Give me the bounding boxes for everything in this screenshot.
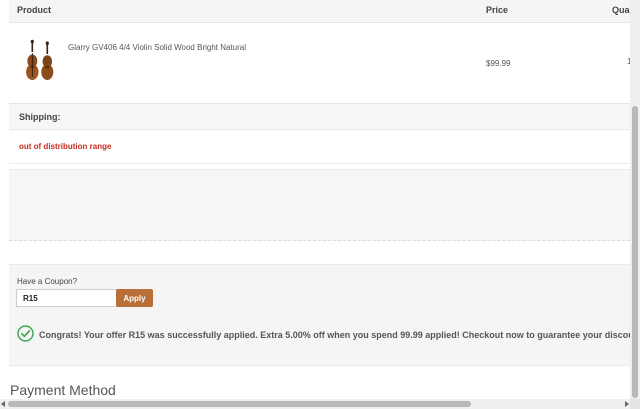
shipping-error-message: out of distribution range — [19, 142, 112, 151]
coupon-success-message: Congrats! Your offer R15 was successfull… — [39, 330, 630, 340]
shipping-header: Shipping: — [9, 104, 630, 130]
scrollbar-corner — [630, 399, 640, 409]
vertical-scroll-thumb[interactable] — [632, 106, 638, 398]
table-row: Glarry GV406 4/4 Violin Solid Wood Brigh… — [9, 23, 630, 104]
scroll-left-icon[interactable] — [1, 401, 5, 407]
page-viewport: Product Price Quantity — [0, 0, 630, 399]
product-name-link[interactable]: Glarry GV406 4/4 Violin Solid Wood Brigh… — [68, 43, 246, 52]
check-circle-icon — [17, 325, 34, 342]
shipping-title: Shipping: — [19, 112, 61, 122]
apply-coupon-button[interactable]: Apply — [116, 289, 153, 307]
coupon-label: Have a Coupon? — [17, 277, 78, 286]
product-column-header: Product — [17, 5, 52, 15]
coupon-panel: Have a Coupon? Apply Congrats! Your offe… — [9, 264, 630, 366]
horizontal-scrollbar[interactable] — [0, 399, 630, 409]
price-column-header: Price — [486, 5, 509, 15]
shipping-options-area — [9, 169, 630, 241]
scroll-right-icon[interactable] — [625, 401, 629, 407]
cart-table-header: Product Price Quantity — [9, 0, 630, 23]
vertical-scrollbar[interactable] — [630, 0, 640, 399]
payment-method-title: Payment Method — [10, 382, 116, 398]
horizontal-scroll-thumb[interactable] — [8, 401, 471, 407]
product-price: $99.99 — [486, 59, 511, 68]
quantity-column-header: Quantity — [612, 5, 630, 15]
shipping-message-row: out of distribution range — [9, 130, 630, 164]
coupon-code-input[interactable] — [16, 289, 120, 307]
violin-icon[interactable] — [23, 39, 57, 85]
